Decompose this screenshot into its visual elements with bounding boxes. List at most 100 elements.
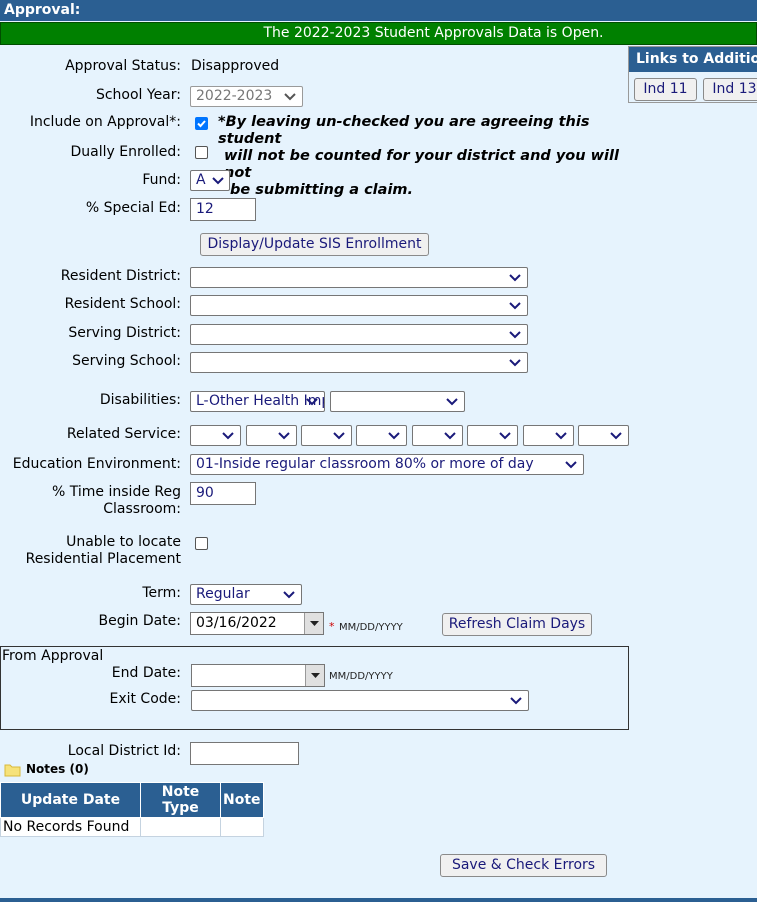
related-service-select-1[interactable]	[190, 425, 241, 446]
column-note-type[interactable]: Note Type	[140, 782, 221, 818]
unable-to-locate-label-line-2: Residential Placement	[25, 551, 181, 567]
chevron-down-icon	[278, 432, 290, 440]
notes-table: Update Date Note Type Note No Records Fo…	[0, 782, 264, 837]
related-service-select-6[interactable]	[467, 425, 518, 446]
begin-date-label: Begin Date:	[98, 613, 182, 629]
chevron-down-icon	[555, 432, 567, 440]
begin-date-hint: * MM/DD/YYYY	[329, 618, 403, 634]
ind-11-button[interactable]: Ind 11	[634, 78, 697, 101]
exit-code-select[interactable]	[191, 690, 529, 711]
chevron-down-icon	[306, 398, 318, 406]
related-service-select-4[interactable]	[356, 425, 407, 446]
school-year-label: School Year:	[95, 87, 181, 103]
term-value: Regular	[196, 586, 250, 602]
exit-code-label: Exit Code:	[109, 691, 181, 707]
education-environment-value: 01-Inside regular classroom 80% or more …	[196, 456, 534, 472]
chevron-down-icon	[509, 302, 521, 310]
fund-select[interactable]: A	[190, 170, 230, 191]
local-district-id-label: Local District Id:	[67, 743, 181, 759]
no-records-text: No Records Found	[0, 817, 141, 837]
school-year-select[interactable]: 2022-2023	[190, 86, 303, 107]
chevron-down-icon	[509, 359, 521, 367]
related-service-select-7[interactable]	[523, 425, 574, 446]
links-panel: Links to Additional Ind 11 Ind 13	[628, 46, 757, 103]
related-service-select-3[interactable]	[301, 425, 352, 446]
column-update-date[interactable]: Update Date	[0, 782, 141, 818]
approval-status-value: Disapproved	[191, 58, 280, 74]
related-service-select-5[interactable]	[412, 425, 463, 446]
local-district-id-input[interactable]	[190, 742, 299, 765]
chevron-down-icon	[212, 177, 224, 185]
special-ed-label: % Special Ed:	[85, 200, 181, 216]
ind-13-button[interactable]: Ind 13	[703, 78, 757, 101]
status-banner: The 2022-2023 Student Approvals Data is …	[0, 22, 757, 45]
chevron-down-icon	[565, 461, 577, 469]
links-panel-title: Links to Additional	[629, 47, 757, 72]
chevron-down-icon	[610, 432, 622, 440]
caret-down-icon	[311, 673, 320, 678]
notes-table-wrapper: Update Date Note Type Note No Records Fo…	[0, 782, 264, 837]
save-and-check-errors-button[interactable]: Save & Check Errors	[440, 854, 607, 877]
disability-select-1[interactable]: L-Other Health Impairment	[190, 391, 325, 412]
begin-date-value: 03/16/2022	[196, 615, 277, 631]
chevron-down-icon	[499, 432, 511, 440]
from-approval-legend: From Approval	[2, 648, 104, 664]
disabilities-label: Disabilities:	[99, 392, 181, 408]
end-date-format: MM/DD/YYYY	[329, 671, 393, 682]
serving-district-label: Serving District:	[68, 325, 181, 341]
special-ed-input[interactable]: 12	[190, 198, 256, 221]
chevron-down-icon	[222, 432, 234, 440]
education-environment-label: Education Environment:	[12, 456, 181, 472]
resident-school-select[interactable]	[190, 295, 528, 316]
include-note-line-2: will not be counted for your district an…	[224, 148, 619, 181]
chevron-down-icon	[446, 398, 458, 406]
refresh-claim-days-button[interactable]: Refresh Claim Days	[442, 613, 592, 636]
fund-label: Fund:	[142, 172, 181, 188]
table-cell	[220, 817, 264, 837]
term-select[interactable]: Regular	[190, 584, 302, 605]
education-environment-select[interactable]: 01-Inside regular classroom 80% or more …	[190, 454, 584, 475]
display-update-sis-enrollment-button[interactable]: Display/Update SIS Enrollment	[200, 233, 429, 256]
notes-header-row: Update Date Note Type Note	[0, 782, 264, 818]
include-on-approval-checkbox[interactable]	[195, 117, 208, 130]
resident-district-label: Resident District:	[60, 268, 181, 284]
begin-date-dropdown-button[interactable]	[304, 613, 323, 634]
include-note-line-1: *By leaving un-checked you are agreeing …	[218, 114, 590, 147]
chevron-down-icon	[284, 93, 296, 101]
chevron-down-icon	[509, 274, 521, 282]
dually-enrolled-checkbox[interactable]	[195, 146, 208, 159]
notes-title: Notes (0)	[26, 762, 89, 776]
column-note[interactable]: Note	[220, 782, 264, 818]
chevron-down-icon	[283, 591, 295, 599]
end-date-label: End Date:	[111, 665, 181, 681]
serving-school-label: Serving School:	[72, 353, 181, 369]
include-on-approval-label: Include on Approval*:	[29, 114, 181, 130]
unable-to-locate-checkbox[interactable]	[195, 537, 208, 550]
related-service-select-2[interactable]	[246, 425, 297, 446]
fund-value: A	[196, 172, 206, 188]
include-note: *By leaving un-checked you are agreeing …	[218, 114, 638, 199]
end-date-dropdown-button[interactable]	[305, 665, 324, 686]
chevron-down-icon	[333, 432, 345, 440]
unable-to-locate-label: Unable to locate Residential Placement	[26, 534, 181, 568]
unable-to-locate-label-line-1: Unable to locate	[66, 534, 181, 550]
term-label: Term:	[142, 585, 181, 601]
check-icon	[197, 120, 206, 128]
chevron-down-icon	[388, 432, 400, 440]
resident-district-select[interactable]	[190, 267, 528, 288]
serving-district-select[interactable]	[190, 324, 528, 345]
time-inside-label-line-1: % Time inside Reg	[52, 484, 181, 500]
time-inside-input[interactable]: 90	[190, 482, 256, 505]
table-cell	[140, 817, 221, 837]
footer-divider	[0, 898, 757, 902]
time-inside-label-line-2: Classroom:	[103, 501, 181, 517]
school-year-value: 2022-2023	[196, 88, 273, 104]
include-note-line-3: be submitting a claim.	[230, 182, 414, 198]
begin-date-format: MM/DD/YYYY	[338, 622, 403, 633]
related-service-select-8[interactable]	[578, 425, 629, 446]
serving-school-select[interactable]	[190, 352, 528, 373]
notes-folder-icon	[4, 762, 22, 781]
time-inside-label: % Time inside Reg Classroom:	[52, 484, 181, 518]
disability-select-2[interactable]	[330, 391, 465, 412]
resident-school-label: Resident School:	[64, 296, 181, 312]
